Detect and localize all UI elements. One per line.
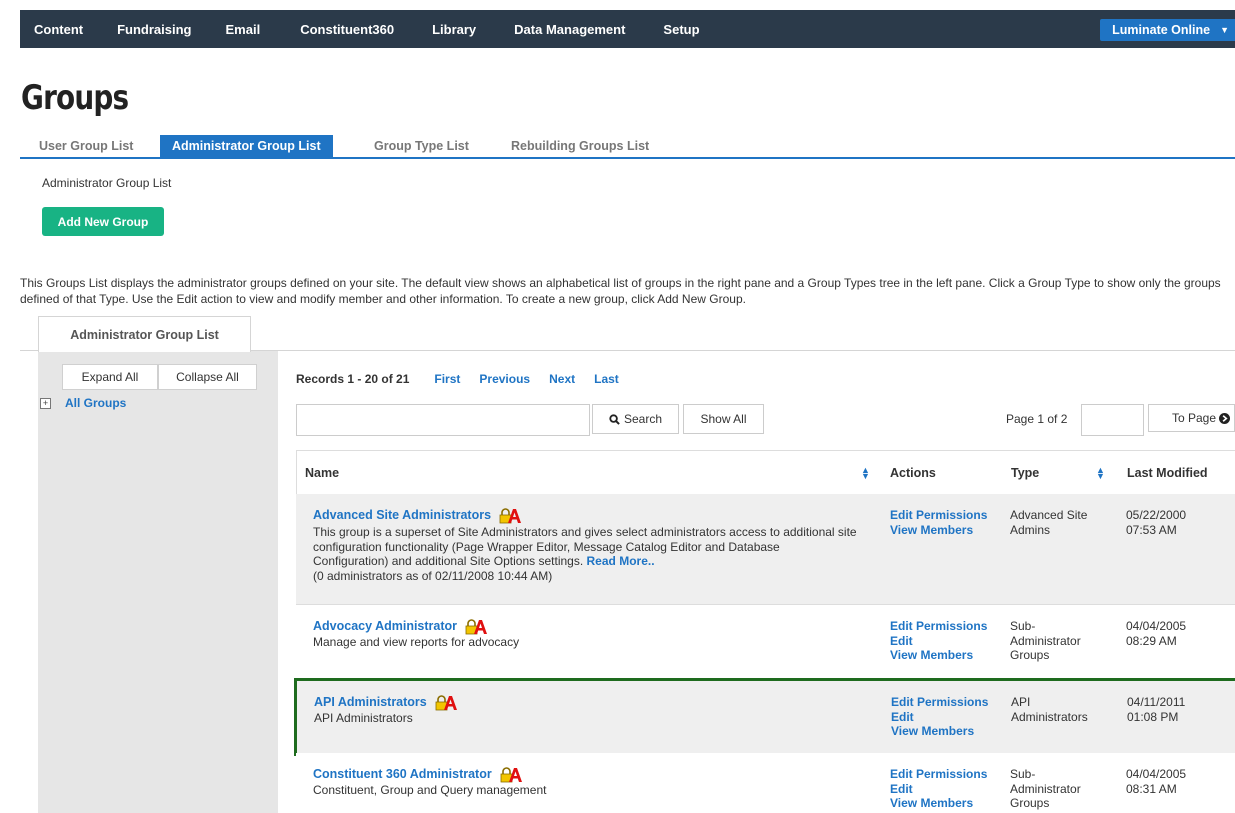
modified-date: 05/22/2000 <box>1126 508 1187 522</box>
modified-date: 04/04/2005 <box>1126 619 1187 633</box>
last-modified: 05/22/2000 07:53 AM <box>1126 508 1186 537</box>
column-header-last-modified: Last Modified <box>1127 465 1208 480</box>
nav-content[interactable]: Content <box>20 22 103 37</box>
modified-date: 04/11/2011 <box>1127 695 1186 709</box>
view-members-link[interactable]: View Members <box>890 648 987 663</box>
group-name-link[interactable]: Advocacy Administrator <box>313 619 457 633</box>
pagination-bar: Records 1 - 20 of 21 First Previous Next… <box>296 372 638 386</box>
modified-time: 07:53 AM <box>1126 522 1177 537</box>
column-header-type[interactable]: Type <box>1011 451 1039 494</box>
table-row: Advocacy Administrator Manage and view r… <box>296 605 1235 680</box>
column-header-actions: Actions <box>890 465 936 480</box>
account-menu-button[interactable]: Luminate Online ▼ <box>1100 19 1235 41</box>
tab-administrator-group-list[interactable]: Administrator Group List <box>160 135 333 157</box>
panel-tab-administrator-group-list[interactable]: Administrator Group List <box>38 316 251 352</box>
table-row-selected[interactable]: API Administrators API Administrators Ed… <box>294 678 1235 756</box>
page-description: This Groups List displays the administra… <box>20 276 1221 306</box>
add-new-group-button[interactable]: Add New Group <box>42 207 164 236</box>
edit-permissions-link[interactable]: Edit Permissions <box>890 767 987 782</box>
group-description: Manage and view reports for advocacy <box>313 635 520 649</box>
to-page-label: To Page <box>1171 411 1216 425</box>
tree-label-all-groups[interactable]: All Groups <box>65 396 126 410</box>
last-modified: 04/11/2011 01:08 PM <box>1127 695 1185 724</box>
top-nav: Content Fundraising Email Constituent360… <box>20 10 1235 48</box>
group-type: Advanced Site Admins <box>1010 508 1088 537</box>
group-description: API Administrators <box>314 711 413 725</box>
tab-group-type-list[interactable]: Group Type List <box>374 135 469 157</box>
collapse-all-button[interactable]: Collapse All <box>158 364 257 390</box>
admin-lock-icon <box>500 767 523 783</box>
nav-setup[interactable]: Setup <box>645 22 719 37</box>
previous-page-link[interactable]: Previous <box>479 372 530 386</box>
group-description: Constituent, Group and Query management <box>313 783 547 797</box>
modified-date: 04/04/2005 <box>1126 767 1187 781</box>
edit-permissions-link[interactable]: Edit Permissions <box>890 508 987 523</box>
column-header-name[interactable]: Name <box>305 451 339 494</box>
account-label: Luminate Online <box>1112 23 1211 37</box>
edit-link[interactable]: Edit <box>890 634 987 649</box>
search-button[interactable]: Search <box>592 404 679 434</box>
tab-user-group-list[interactable]: User Group List <box>39 135 133 157</box>
sort-icon[interactable]: ▲ ▼ <box>861 466 870 481</box>
next-page-link[interactable]: Next <box>549 372 575 386</box>
row-actions: Edit Permissions View Members <box>890 508 987 537</box>
expand-plus-icon[interactable]: + <box>40 397 51 409</box>
group-name-link[interactable]: Constituent 360 Administrator <box>313 767 492 781</box>
chevron-down-icon: ▼ <box>1220 25 1229 35</box>
group-name-link[interactable]: API Administrators <box>314 695 427 709</box>
table-row: Advanced Site Administrators This group … <box>296 494 1235 605</box>
search-icon <box>609 413 620 425</box>
last-modified: 04/04/2005 08:29 AM <box>1126 619 1186 648</box>
page-title: Groups <box>21 78 129 118</box>
last-page-link[interactable]: Last <box>594 372 619 386</box>
first-page-link[interactable]: First <box>434 372 460 386</box>
nav-email[interactable]: Email <box>212 22 281 37</box>
nav-fundraising[interactable]: Fundraising <box>103 22 211 37</box>
to-page-button[interactable]: To Page <box>1148 404 1235 432</box>
tree-node-all-groups[interactable]: + All Groups <box>40 396 126 410</box>
modified-time: 01:08 PM <box>1127 709 1179 724</box>
expand-all-button[interactable]: Expand All <box>62 364 158 390</box>
view-members-link[interactable]: View Members <box>891 724 988 739</box>
last-modified: 04/04/2005 08:31 AM <box>1126 767 1186 796</box>
search-input[interactable] <box>296 404 590 436</box>
page-number-input[interactable] <box>1081 404 1144 436</box>
group-type: Sub-Administrator Groups <box>1010 619 1081 662</box>
show-all-button[interactable]: Show All <box>683 404 764 434</box>
group-description: This group is a superset of Site Adminis… <box>313 525 857 568</box>
nav-library[interactable]: Library <box>414 22 496 37</box>
sort-icon[interactable]: ▲ ▼ <box>1096 466 1105 481</box>
view-members-link[interactable]: View Members <box>890 523 987 538</box>
group-type: API Administrators <box>1011 695 1088 724</box>
read-more-link[interactable]: Read More.. <box>587 554 655 568</box>
edit-permissions-link[interactable]: Edit Permissions <box>890 619 987 634</box>
group-type: Sub-Administrator Groups <box>1010 767 1081 810</box>
view-members-link[interactable]: View Members <box>890 796 987 811</box>
admin-lock-icon <box>465 619 488 635</box>
subtabs: User Group List Administrator Group List… <box>20 135 1235 159</box>
admin-lock-icon <box>435 695 458 711</box>
modified-time: 08:29 AM <box>1126 633 1177 648</box>
table-row: Constituent 360 Administrator Constituen… <box>296 753 1235 813</box>
arrow-right-circle-icon <box>1219 412 1230 424</box>
group-name-link[interactable]: Advanced Site Administrators <box>313 508 491 522</box>
admin-count-note: (0 administrators as of 02/11/2008 10:44… <box>313 568 553 583</box>
row-actions: Edit Permissions Edit View Members <box>891 695 988 739</box>
nav-constituent360[interactable]: Constituent360 <box>280 22 414 37</box>
nav-data-management[interactable]: Data Management <box>496 22 645 37</box>
search-button-label: Search <box>623 412 663 426</box>
edit-link[interactable]: Edit <box>890 782 987 797</box>
page-info: Page 1 of 2 <box>1006 412 1068 426</box>
table-header: Name ▲ ▼ Actions Type ▲ ▼ Last Modified <box>296 450 1235 495</box>
edit-permissions-link[interactable]: Edit Permissions <box>891 695 988 710</box>
admin-lock-icon <box>500 508 522 524</box>
breadcrumb: Administrator Group List <box>42 176 172 190</box>
edit-link[interactable]: Edit <box>891 710 988 725</box>
group-type-tree-pane: Expand All Collapse All + All Groups <box>38 351 278 813</box>
row-actions: Edit Permissions Edit View Members <box>890 619 987 663</box>
records-count: Records 1 - 20 of 21 <box>296 372 410 386</box>
modified-time: 08:31 AM <box>1126 781 1177 796</box>
row-actions: Edit Permissions Edit View Members <box>890 767 987 811</box>
tab-rebuilding-groups-list[interactable]: Rebuilding Groups List <box>511 135 649 157</box>
